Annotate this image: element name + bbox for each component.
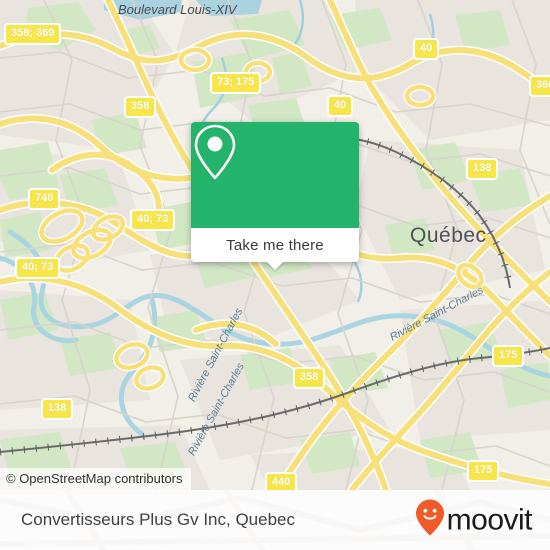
route-shield-360[interactable]: 360 (529, 75, 550, 97)
route-shield-358-369[interactable]: 358; 369 (4, 23, 62, 45)
route-shield-40-a[interactable]: 40 (413, 38, 440, 60)
take-me-there-label: Take me there (226, 236, 324, 254)
map-page: Boulevard Louis-XIV Québec Rivière Saint… (0, 0, 550, 550)
route-shield-440[interactable]: 440 (265, 472, 298, 490)
route-shield-358-a[interactable]: 358 (124, 96, 157, 118)
route-shield-40-73-a[interactable]: 40; 73 (130, 209, 176, 231)
route-shield-138-b[interactable]: 138 (41, 398, 74, 420)
route-shield-740[interactable]: 740 (28, 188, 61, 210)
route-shield-40-73-b[interactable]: 40; 73 (15, 257, 61, 279)
moovit-pin-smile-icon (415, 499, 445, 542)
route-shield-73-175[interactable]: 73; 175 (210, 72, 262, 94)
footer-bar: Convertisseurs Plus Gv Inc, Quebec moovi… (0, 490, 550, 550)
map-label-quebec: Québec (410, 224, 487, 247)
location-title: Convertisseurs Plus Gv Inc, Quebec (21, 510, 296, 529)
map-attribution[interactable]: © OpenStreetMap contributors (0, 468, 191, 490)
route-shield-40-b[interactable]: 40 (327, 95, 354, 117)
take-me-there-card[interactable]: Take me there (191, 122, 359, 270)
route-shield-175-b[interactable]: 175 (467, 460, 500, 482)
route-shield-175-a[interactable]: 175 (492, 345, 525, 367)
card-pointer-triangle (266, 261, 284, 270)
card-image-area (191, 122, 359, 228)
map-canvas[interactable]: Boulevard Louis-XIV Québec Rivière Saint… (0, 0, 550, 490)
moovit-wordmark: moovit (446, 503, 533, 536)
route-shield-138-a[interactable]: 138 (466, 158, 499, 180)
route-shield-358-b[interactable]: 358 (293, 367, 326, 389)
map-label-boulevard-louis-xiv: Boulevard Louis-XIV (118, 2, 237, 17)
moovit-brand[interactable]: moovit (415, 499, 533, 542)
card-action-area[interactable]: Take me there (191, 228, 359, 270)
